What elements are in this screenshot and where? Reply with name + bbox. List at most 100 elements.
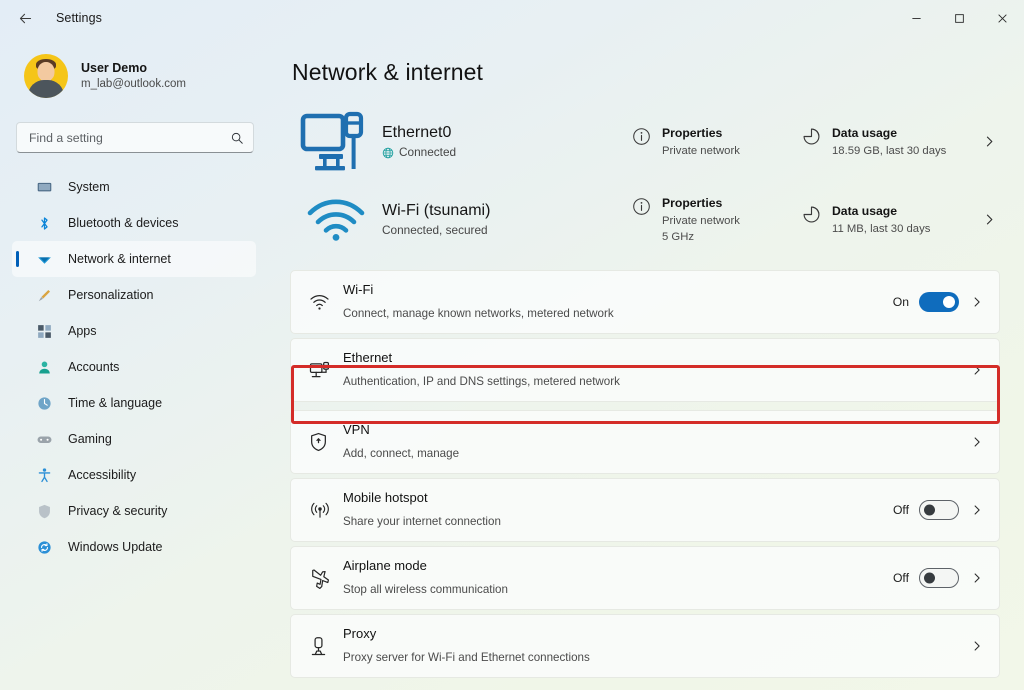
airplane-mode-toggle[interactable] bbox=[919, 568, 959, 588]
sidebar-item-label: Privacy & security bbox=[68, 504, 167, 518]
wifi-toggle[interactable] bbox=[919, 292, 959, 312]
settings-row-ethernet[interactable]: Ethernet Authentication, IP and DNS sett… bbox=[290, 338, 1000, 402]
page-title: Network & internet bbox=[292, 59, 1000, 86]
data-usage-subtitle: 18.59 GB, last 30 days bbox=[832, 143, 946, 159]
chevron-right-icon[interactable] bbox=[983, 213, 996, 226]
globe-icon bbox=[382, 147, 394, 159]
settings-row-proxy[interactable]: Proxy Proxy server for Wi-Fi and Etherne… bbox=[290, 614, 1000, 678]
update-icon bbox=[34, 537, 54, 557]
chevron-right-icon[interactable] bbox=[971, 504, 983, 516]
main-content: Network & internet bbox=[272, 36, 1024, 690]
info-icon bbox=[632, 125, 651, 146]
chevron-right-icon[interactable] bbox=[971, 436, 983, 448]
sidebar-item-privacy-security[interactable]: Privacy & security bbox=[12, 493, 256, 529]
wifi-data-usage-button[interactable]: Data usage 11 MB, last 30 days bbox=[802, 201, 957, 236]
connection-state: Connected, secured bbox=[382, 222, 632, 239]
wifi-icon bbox=[309, 294, 343, 311]
connection-state: Connected bbox=[382, 144, 632, 161]
maximize-icon bbox=[954, 13, 965, 24]
chevron-right-icon[interactable] bbox=[971, 296, 983, 308]
sidebar-item-gaming[interactable]: Gaming bbox=[12, 421, 256, 457]
sidebar-item-system[interactable]: System bbox=[12, 169, 256, 205]
window-controls bbox=[895, 0, 1024, 36]
settings-row-mobile-hotspot[interactable]: Mobile hotspot Share your internet conne… bbox=[290, 478, 1000, 542]
sidebar-item-apps[interactable]: Apps bbox=[12, 313, 256, 349]
wifi-properties-button[interactable]: Properties Private network 5 GHz bbox=[632, 193, 802, 244]
close-button[interactable] bbox=[981, 0, 1024, 36]
sidebar-item-label: System bbox=[68, 180, 110, 194]
settings-row-title: Proxy bbox=[343, 626, 376, 641]
search-box[interactable] bbox=[16, 122, 254, 153]
status-row-ethernet0[interactable]: Ethernet0 Connected bbox=[290, 102, 1000, 180]
settings-row-title: VPN bbox=[343, 422, 370, 437]
data-usage-subtitle: 11 MB, last 30 days bbox=[832, 221, 930, 237]
account-name: User Demo bbox=[81, 60, 186, 77]
system-icon bbox=[34, 177, 54, 197]
sidebar-item-windows-update[interactable]: Windows Update bbox=[12, 529, 256, 565]
vpn-shield-icon bbox=[309, 432, 343, 452]
settings-row-title: Wi-Fi bbox=[343, 282, 373, 297]
settings-row-title: Mobile hotspot bbox=[343, 490, 428, 505]
account-tile[interactable]: User Demo m_lab@outlook.com bbox=[6, 48, 260, 104]
gamepad-icon bbox=[34, 429, 54, 449]
status-row-wifi[interactable]: Wi-Fi (tsunami) Connected, secured bbox=[290, 180, 1000, 258]
brush-icon bbox=[34, 285, 54, 305]
pie-chart-icon bbox=[802, 203, 821, 224]
search-icon bbox=[230, 131, 244, 145]
proxy-icon bbox=[309, 636, 343, 657]
accessibility-icon bbox=[34, 465, 54, 485]
settings-row-title: Ethernet bbox=[343, 350, 392, 365]
settings-row-title: Airplane mode bbox=[343, 558, 427, 573]
shield-icon bbox=[34, 501, 54, 521]
properties-subtitle: Private network bbox=[662, 213, 740, 229]
settings-row-wifi[interactable]: Wi-Fi Connect, manage known networks, me… bbox=[290, 270, 1000, 334]
connection-state-label: Connected, secured bbox=[382, 222, 488, 239]
sidebar-nav: System Bluetooth & devices Network bbox=[0, 169, 272, 565]
settings-row-vpn[interactable]: VPN Add, connect, manage bbox=[290, 410, 1000, 474]
settings-window: Settings bbox=[0, 0, 1024, 690]
connection-name: Wi-Fi (tsunami) bbox=[382, 199, 632, 222]
settings-row-subtitle: Connect, manage known networks, metered … bbox=[343, 307, 614, 320]
account-email: m_lab@outlook.com bbox=[81, 77, 186, 93]
properties-title: Properties bbox=[662, 125, 740, 142]
bluetooth-icon bbox=[34, 213, 54, 233]
search-input[interactable] bbox=[29, 131, 230, 145]
sidebar-item-bluetooth-devices[interactable]: Bluetooth & devices bbox=[12, 205, 256, 241]
apps-icon bbox=[34, 321, 54, 341]
settings-row-airplane-mode[interactable]: Airplane mode Stop all wireless communic… bbox=[290, 546, 1000, 610]
sidebar-item-label: Gaming bbox=[68, 432, 112, 446]
settings-row-subtitle: Authentication, IP and DNS settings, met… bbox=[343, 375, 620, 388]
properties-title: Properties bbox=[662, 195, 740, 212]
sidebar-item-accounts[interactable]: Accounts bbox=[12, 349, 256, 385]
avatar bbox=[24, 54, 68, 98]
minimize-button[interactable] bbox=[895, 0, 938, 36]
connection-status-list: Ethernet0 Connected bbox=[290, 102, 1000, 258]
connection-state-label: Connected bbox=[399, 144, 456, 161]
sidebar-item-label: Accounts bbox=[68, 360, 119, 374]
ethernet-icon bbox=[309, 361, 343, 380]
mobile-hotspot-icon bbox=[309, 501, 343, 520]
data-usage-title: Data usage bbox=[832, 125, 946, 142]
chevron-right-icon[interactable] bbox=[971, 640, 983, 652]
settings-row-subtitle: Share your internet connection bbox=[343, 515, 501, 528]
chevron-right-icon[interactable] bbox=[983, 135, 996, 148]
sidebar-item-accessibility[interactable]: Accessibility bbox=[12, 457, 256, 493]
sidebar-item-network-internet[interactable]: Network & internet bbox=[12, 241, 256, 277]
pie-chart-icon bbox=[802, 125, 821, 146]
ethernet0-properties-button[interactable]: Properties Private network bbox=[632, 123, 802, 158]
connection-name: Ethernet0 bbox=[382, 121, 632, 144]
minimize-icon bbox=[911, 13, 922, 24]
properties-subtitle: Private network bbox=[662, 143, 740, 159]
info-icon bbox=[632, 195, 651, 216]
window-title: Settings bbox=[56, 11, 102, 25]
sidebar-item-personalization[interactable]: Personalization bbox=[12, 277, 256, 313]
sidebar-item-time-language[interactable]: Time & language bbox=[12, 385, 256, 421]
chevron-right-icon[interactable] bbox=[971, 364, 983, 376]
ethernet0-data-usage-button[interactable]: Data usage 18.59 GB, last 30 days bbox=[802, 123, 957, 158]
sidebar-item-label: Personalization bbox=[68, 288, 153, 302]
chevron-right-icon[interactable] bbox=[971, 572, 983, 584]
wifi-signal-icon bbox=[290, 195, 382, 243]
back-button[interactable] bbox=[8, 3, 42, 33]
maximize-button[interactable] bbox=[938, 0, 981, 36]
mobile-hotspot-toggle[interactable] bbox=[919, 500, 959, 520]
